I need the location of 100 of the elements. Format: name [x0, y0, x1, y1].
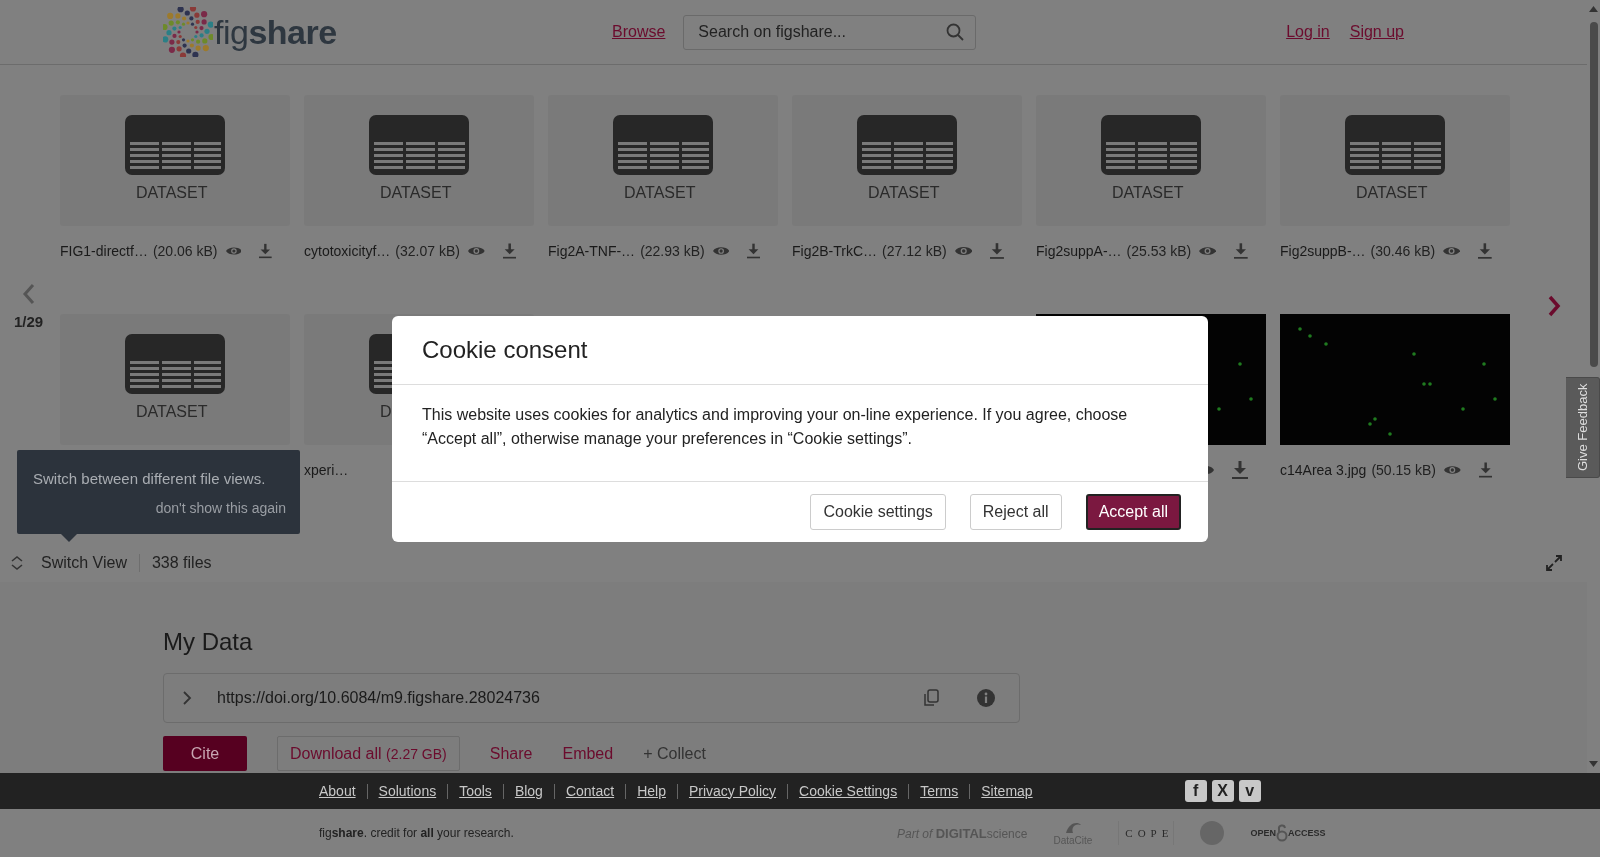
download-icon[interactable]	[502, 242, 516, 260]
file-preview[interactable]: DATASET	[304, 95, 534, 226]
scrollbar-thumb[interactable]	[1589, 22, 1598, 367]
file-size: (30.46 kB)	[1370, 243, 1436, 259]
eye-icon[interactable]	[712, 244, 729, 258]
file-size: (22.93 kB)	[640, 243, 705, 259]
signup-link[interactable]: Sign up	[1349, 23, 1404, 41]
table-icon	[369, 115, 469, 175]
download-icon[interactable]	[1478, 242, 1492, 260]
switch-view-button[interactable]: Switch View	[41, 554, 140, 572]
partner-logo[interactable]: OPEN	[1250, 828, 1276, 838]
social-link[interactable]: X	[1211, 780, 1234, 802]
file-size: (20.06 kB)	[152, 243, 218, 259]
eye-icon[interactable]	[225, 244, 242, 258]
file-preview[interactable]: DATASET	[60, 314, 290, 445]
login-link[interactable]: Log in	[1286, 23, 1330, 41]
file-preview[interactable]: DATASET	[792, 95, 1022, 226]
accept-button[interactable]: Accept all	[1085, 494, 1181, 530]
social-link[interactable]: v	[1238, 780, 1261, 802]
file-name[interactable]: xperi…	[304, 462, 349, 478]
file-type-label: DATASET	[136, 184, 208, 201]
download-icon[interactable]	[747, 242, 760, 260]
file-size: (50.15 kB)	[1371, 462, 1436, 478]
footer-link[interactable]: Cookie Settings	[787, 783, 909, 799]
browse-link[interactable]: Browse	[612, 23, 666, 41]
file-type-label: D	[380, 403, 392, 420]
doi-link[interactable]: https://doi.org/10.6084/m9.figshare.28024736	[217, 689, 540, 707]
file-type-label: DATASET	[624, 184, 696, 201]
file-preview[interactable]: DATASET	[60, 95, 290, 226]
dismiss-link[interactable]: don't show this again	[155, 500, 286, 516]
file-name[interactable]: cytotoxicityf…	[304, 243, 391, 259]
eye-icon[interactable]	[1444, 463, 1461, 477]
download-icon[interactable]	[1234, 242, 1248, 260]
social-link[interactable]: f	[1184, 780, 1207, 802]
tagline: figshare. credit for all your research.	[319, 826, 515, 840]
file-name[interactable]: Fig2suppA-…	[1036, 243, 1122, 259]
page-counter: 1/29	[14, 313, 44, 330]
footer-link[interactable]: About	[319, 783, 367, 799]
file-name[interactable]: Fig2suppB-…	[1280, 243, 1366, 259]
search-icon[interactable]	[946, 22, 965, 41]
eye-icon[interactable]	[1199, 244, 1217, 258]
chevron-icon[interactable]	[182, 690, 192, 706]
file-size: (25.53 kB)	[1126, 243, 1192, 259]
footer-link[interactable]: Tools	[447, 783, 503, 799]
partner-logo[interactable]: COPE	[1118, 821, 1175, 845]
previous-icon[interactable]	[22, 283, 36, 305]
file-type-label: DATASET	[1356, 184, 1428, 201]
next-icon[interactable]	[1547, 295, 1561, 317]
switch-icon[interactable]	[10, 555, 24, 571]
expand-icon[interactable]	[1546, 555, 1562, 571]
file-name[interactable]: Fig2B-TrkC…	[792, 243, 878, 259]
download-icon[interactable]	[259, 242, 272, 260]
feedback-tab[interactable]: Give Feedback	[1566, 377, 1600, 478]
table-icon	[125, 115, 225, 175]
logo-icon[interactable]	[163, 7, 213, 57]
cite-button[interactable]: Cite	[163, 736, 247, 771]
file-type-label: DATASET	[136, 403, 208, 420]
file-preview[interactable]: DATASET	[548, 95, 778, 226]
file-type-label: DATASET	[1112, 184, 1184, 201]
download-icon[interactable]	[1232, 461, 1248, 479]
table-icon	[125, 334, 225, 394]
download-all-button[interactable]: Download all (2.27 GB)	[277, 736, 460, 771]
footer-link[interactable]: Help	[625, 783, 677, 799]
file-type-label: DATASET	[868, 184, 940, 201]
action-link[interactable]: Embed	[562, 736, 614, 771]
footer-link[interactable]: Sitemap	[969, 783, 1044, 799]
info-icon[interactable]	[977, 689, 995, 707]
copy-icon[interactable]	[923, 689, 939, 707]
download-icon[interactable]	[990, 242, 1004, 260]
table-icon	[857, 115, 957, 175]
download-icon[interactable]	[1478, 461, 1492, 479]
footer-link[interactable]: Blog	[502, 783, 554, 799]
logo-text[interactable]: figshare	[214, 12, 337, 52]
file-size: (27.12 kB)	[882, 243, 947, 259]
action-link[interactable]: Share	[489, 736, 533, 771]
collect-link[interactable]: + Collect	[643, 736, 706, 771]
dialog-message: This website uses cookies for analytics and improving your on-line experience. If you agree, choose “Accept all”, otherwise manage your preferences in “Cookie settings”.	[392, 385, 1208, 482]
file-count: 338 files	[151, 554, 212, 572]
footer-link[interactable]: Terms	[908, 783, 970, 799]
scroll-up-icon[interactable]	[1589, 6, 1598, 12]
lock-icon[interactable]	[1275, 824, 1288, 842]
file-preview[interactable]: DATASET	[1036, 95, 1266, 226]
partner-logo[interactable]: ACCESS	[1287, 828, 1326, 838]
section-title: My Data	[163, 627, 254, 657]
footer-link[interactable]: Privacy Policy	[676, 783, 788, 799]
search-field[interactable]: Search on figshare...	[683, 14, 977, 50]
eye-icon[interactable]	[467, 244, 485, 258]
table-icon	[613, 115, 713, 175]
dialog-title: Cookie consent	[422, 336, 588, 364]
scroll-down-icon[interactable]	[1589, 761, 1598, 767]
dialog-button[interactable]: Reject all	[969, 494, 1062, 530]
file-name[interactable]: Fig2A-TNF-…	[548, 243, 636, 259]
file-name[interactable]: FIG1-directf…	[60, 243, 148, 259]
footer-link[interactable]: Solutions	[366, 783, 448, 799]
file-name[interactable]: c14Area 3.jpg	[1280, 462, 1367, 478]
eye-icon[interactable]	[1443, 244, 1461, 258]
dialog-button[interactable]: Cookie settings	[810, 494, 946, 530]
footer-link[interactable]: Contact	[553, 783, 626, 799]
file-preview[interactable]: DATASET	[1280, 95, 1510, 226]
eye-icon[interactable]	[954, 244, 973, 258]
